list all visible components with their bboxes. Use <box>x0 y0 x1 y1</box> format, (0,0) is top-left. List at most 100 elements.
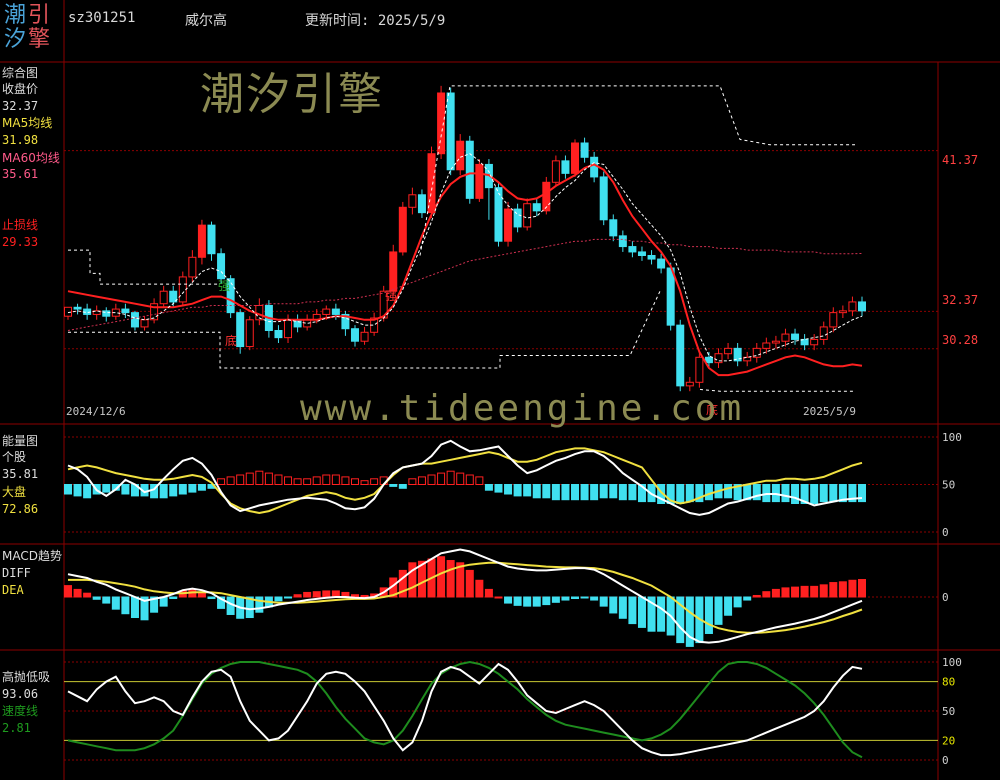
candle <box>389 251 398 292</box>
tidal-tick-label: 0 <box>942 754 949 767</box>
macd-bar <box>542 596 551 606</box>
energy-bar <box>293 478 302 485</box>
price-tick-label: 30.28 <box>942 333 978 347</box>
energy-bar <box>781 484 790 503</box>
candle <box>465 140 474 199</box>
candle <box>829 312 838 328</box>
macd-bar <box>102 596 111 604</box>
candle <box>704 356 713 364</box>
candle <box>408 194 417 208</box>
energy-bar <box>360 480 369 486</box>
candle <box>666 267 675 326</box>
macd-bar <box>121 596 130 615</box>
macd-bar <box>810 585 819 598</box>
energy-bar <box>417 476 426 485</box>
macd-bar <box>781 587 790 598</box>
speed-line <box>67 660 863 759</box>
energy-market-value: 72.86 <box>2 502 39 516</box>
candle <box>504 208 513 242</box>
ma5-value: 31.98 <box>2 133 39 147</box>
channel-line <box>68 249 220 285</box>
channel-line <box>68 291 661 369</box>
macd-bar <box>92 596 101 600</box>
macd-bar <box>714 596 723 625</box>
candle <box>724 347 733 355</box>
macd-bar <box>724 596 733 616</box>
macd-bar <box>465 569 474 598</box>
energy-bar <box>551 484 560 501</box>
energy-bar <box>398 484 407 489</box>
energy-bar <box>178 484 187 495</box>
candle <box>580 142 589 158</box>
signal-label: 强 <box>218 279 230 293</box>
energy-bar <box>370 478 379 485</box>
macd-bar <box>312 591 321 598</box>
candle <box>657 258 666 269</box>
energy-bar <box>446 470 455 486</box>
macd-bar <box>494 596 503 599</box>
macd-bar <box>571 596 580 600</box>
candle <box>188 256 197 278</box>
stop-label: 止损线 <box>2 218 39 232</box>
energy-bar <box>791 484 800 504</box>
energy-bar <box>810 484 819 504</box>
diff-label: DIFF <box>2 566 31 580</box>
macd-bar <box>800 585 809 598</box>
energy-bar <box>475 476 484 485</box>
energy-market-label: 大盘 <box>2 485 27 499</box>
macd-bar <box>762 591 771 598</box>
macd-bar <box>848 579 857 598</box>
candle <box>494 187 503 242</box>
energy-bar <box>561 484 570 501</box>
energy-stock-label: 个股 <box>2 450 27 464</box>
candle <box>322 308 331 315</box>
macd-bar <box>207 596 216 600</box>
energy-bar <box>532 484 541 499</box>
energy-bar <box>188 484 197 493</box>
candle <box>781 333 790 342</box>
energy-bar <box>456 472 465 486</box>
macd-bar <box>838 581 847 598</box>
macd-bar <box>360 594 369 598</box>
candle <box>590 156 599 178</box>
macd-bar <box>819 584 828 598</box>
dea-label: DEA <box>2 583 24 597</box>
energy-bar <box>542 484 551 499</box>
candle <box>417 194 426 214</box>
macd-title: MACD趋势 <box>2 549 62 563</box>
dea-line <box>68 561 863 634</box>
candle <box>130 312 139 328</box>
energy-bar <box>83 484 92 499</box>
energy-bar <box>64 484 72 495</box>
candle <box>618 235 627 248</box>
energy-bar <box>609 484 618 499</box>
energy-bar <box>628 484 637 501</box>
macd-bar <box>274 596 283 602</box>
candle <box>475 163 484 199</box>
candle <box>446 92 455 171</box>
ma60-value: 35.61 <box>2 167 39 181</box>
energy-bar <box>408 478 417 485</box>
candle <box>427 153 436 214</box>
energy-bar <box>274 474 283 485</box>
energy-bar <box>590 484 599 501</box>
tidal-tick-label: 80 <box>942 676 955 689</box>
energy-market-line <box>67 447 863 515</box>
ma5-label: MA5均线 <box>2 116 53 130</box>
candle <box>456 140 465 171</box>
energy-bar <box>331 474 340 485</box>
macd-bar <box>437 556 446 598</box>
candle <box>523 203 532 228</box>
energy-bar <box>121 484 130 495</box>
candle <box>848 301 857 312</box>
energy-bar <box>504 484 513 495</box>
energy-bar <box>389 484 398 487</box>
macd-bar <box>446 560 455 598</box>
candle <box>838 310 847 314</box>
candle <box>140 319 149 328</box>
energy-bar <box>599 484 608 499</box>
energy-bar <box>819 484 828 503</box>
macd-bar <box>169 596 178 600</box>
candle <box>676 324 685 387</box>
macd-bar <box>303 591 312 598</box>
